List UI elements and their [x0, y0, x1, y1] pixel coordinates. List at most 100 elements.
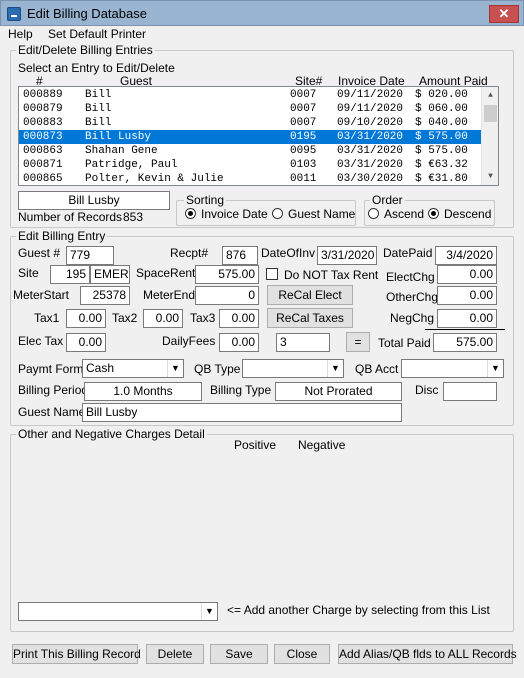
- list-scrollbar[interactable]: ▲ ▼: [481, 87, 498, 185]
- chevron-down-icon[interactable]: ▼: [487, 360, 503, 377]
- scroll-up-icon[interactable]: ▲: [482, 87, 498, 104]
- other-chg-field[interactable]: 0.00: [437, 286, 497, 305]
- close-button[interactable]: Close: [274, 644, 330, 664]
- order-descend-label[interactable]: Descend: [444, 207, 491, 221]
- daily-count-field[interactable]: 3: [276, 333, 330, 352]
- add-charge-hint: <= Add another Charge by selecting from …: [227, 603, 490, 617]
- list-item[interactable]: 000879 Bill 0007 09/11/2020 $ 060.00: [19, 102, 481, 116]
- list-item[interactable]: 000865 Polter, Kevin & Julie 0011 03/30/202…: [19, 172, 481, 185]
- menu-help[interactable]: Help: [8, 27, 33, 41]
- date-paid-label: DatePaid: [383, 246, 433, 260]
- space-rent-field[interactable]: 575.00: [195, 265, 259, 284]
- guest-num-field[interactable]: 779: [66, 246, 114, 265]
- meter-start-field[interactable]: 25378: [80, 286, 130, 305]
- billing-type-field[interactable]: Not Prorated: [275, 382, 402, 401]
- recal-elect-button[interactable]: ReCal Elect: [267, 285, 353, 305]
- list-item[interactable]: 000871 Patridge, Paul 0103 03/31/2020 $ €63.…: [19, 158, 481, 172]
- tax2-field[interactable]: 0.00: [143, 309, 183, 328]
- order-ascend-radio[interactable]: [368, 208, 379, 219]
- total-paid-label: Total Paid: [378, 336, 431, 350]
- guest-num-label: Guest #: [18, 246, 61, 260]
- space-rent-label: SpaceRent: [136, 266, 196, 280]
- list-item[interactable]: 000883 Bill 0007 09/10/2020 $ 040.00: [19, 116, 481, 130]
- elec-tax-field[interactable]: 0.00: [66, 333, 106, 352]
- sort-guest-name-radio[interactable]: [272, 208, 283, 219]
- total-paid-field[interactable]: 575.00: [433, 333, 497, 352]
- sort-invoice-date-label[interactable]: Invoice Date: [201, 207, 268, 221]
- billing-entries-list[interactable]: 000889 Bill 0007 09/11/2020 $ 020.00 000879 B…: [18, 86, 499, 186]
- site-num-field[interactable]: 195: [50, 265, 90, 284]
- sort-guest-name-label[interactable]: Guest Name: [288, 207, 355, 221]
- guest-name-field[interactable]: Bill Lusby: [82, 403, 402, 422]
- tax3-label: Tax3: [190, 311, 216, 325]
- window-title: Edit Billing Database: [27, 6, 147, 21]
- neg-chg-label: NegChg: [390, 311, 435, 325]
- menu-set-default-printer[interactable]: Set Default Printer: [48, 27, 146, 41]
- date-paid-field[interactable]: 3/4/2020: [435, 246, 497, 265]
- record-count: 853: [123, 210, 144, 224]
- chevron-down-icon[interactable]: ▼: [167, 360, 183, 377]
- recal-taxes-button[interactable]: ReCal Taxes: [267, 308, 353, 328]
- elect-chg-label: ElectChg: [386, 270, 435, 284]
- disc-field[interactable]: [443, 382, 497, 401]
- print-record-button[interactable]: Print This Billing Record: [12, 644, 141, 664]
- entries-group-title: Edit/Delete Billing Entries: [16, 43, 155, 57]
- disc-label: Disc: [415, 383, 439, 397]
- neg-chg-field[interactable]: 0.00: [437, 309, 497, 328]
- no-tax-rent-label[interactable]: Do NOT Tax Rent: [284, 268, 378, 282]
- site-label: Site: [18, 266, 39, 280]
- search-field[interactable]: Bill Lusby: [18, 191, 170, 210]
- recpt-field[interactable]: 876: [222, 246, 258, 265]
- record-count-label: Number of Records: [18, 210, 123, 224]
- date-of-inv-label: DateOfInv: [261, 246, 316, 260]
- sort-invoice-date-radio[interactable]: [185, 208, 196, 219]
- total-divider: [425, 329, 505, 330]
- meter-end-label: MeterEnd: [143, 288, 196, 302]
- elec-tax-label: Elec Tax: [18, 334, 64, 348]
- date-of-inv-field[interactable]: 3/31/2020: [317, 246, 377, 265]
- qb-type-label: QB Type: [194, 362, 241, 376]
- meter-start-label: MeterStart: [13, 288, 70, 302]
- meter-end-field[interactable]: 0: [195, 286, 259, 305]
- order-title: Order: [370, 193, 405, 207]
- list-item-selected[interactable]: 000873 Bill Lusby 0195 03/31/2020 $ 575.00: [19, 130, 481, 144]
- no-tax-rent-checkbox[interactable]: [266, 268, 278, 280]
- chevron-down-icon[interactable]: ▼: [201, 603, 217, 620]
- order-descend-radio[interactable]: [428, 208, 439, 219]
- title-bar: Edit Billing Database ✕: [0, 0, 524, 26]
- tax2-label: Tax2: [112, 311, 138, 325]
- list-item[interactable]: 000889 Bill 0007 09/11/2020 $ 020.00: [19, 88, 481, 102]
- negative-header: Negative: [298, 438, 346, 452]
- delete-button[interactable]: Delete: [146, 644, 204, 664]
- add-charge-select[interactable]: ▼: [18, 602, 218, 621]
- chevron-down-icon[interactable]: ▼: [327, 360, 343, 377]
- tax1-field[interactable]: 0.00: [66, 309, 106, 328]
- list-item[interactable]: 000863 Shahan Gene 0095 03/31/2020 $ 575.00: [19, 144, 481, 158]
- select-entry-prompt: Select an Entry to Edit/Delete: [18, 61, 175, 75]
- qb-acct-label: QB Acct: [355, 362, 399, 376]
- billing-period-field[interactable]: 1.0 Months: [84, 382, 202, 401]
- billing-type-label: Billing Type: [210, 383, 272, 397]
- close-window-button[interactable]: ✕: [489, 5, 519, 23]
- billing-period-label: Billing Period: [18, 383, 89, 397]
- site-name-field[interactable]: EMERG: [90, 265, 130, 284]
- billing-entry-title: Edit Billing Entry: [16, 229, 108, 243]
- tax3-field[interactable]: 0.00: [219, 309, 259, 328]
- daily-fees-label: DailyFees: [162, 334, 216, 348]
- menu-bar: Help Set Default Printer: [0, 26, 524, 44]
- save-button[interactable]: Save: [210, 644, 268, 664]
- app-icon: [7, 7, 21, 21]
- tax1-label: Tax1: [34, 311, 60, 325]
- qb-acct-select[interactable]: ▼: [401, 359, 504, 378]
- calc-equals-button[interactable]: =: [346, 332, 370, 352]
- guest-name-label: Guest Name: [18, 405, 86, 419]
- qb-type-select[interactable]: ▼: [242, 359, 344, 378]
- paymt-form-label: Paymt Form: [18, 362, 84, 376]
- add-alias-button[interactable]: Add Alias/QB flds to ALL Records: [338, 644, 517, 664]
- elect-chg-field[interactable]: 0.00: [437, 265, 497, 284]
- daily-fees-field[interactable]: 0.00: [219, 333, 259, 352]
- paymt-form-select[interactable]: Cash ▼: [82, 359, 184, 378]
- scroll-thumb[interactable]: [484, 105, 497, 122]
- scroll-down-icon[interactable]: ▼: [482, 168, 498, 185]
- order-ascend-label[interactable]: Ascend: [384, 207, 424, 221]
